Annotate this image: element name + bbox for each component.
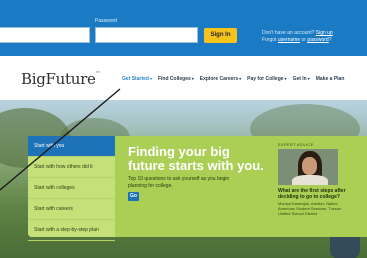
go-button[interactable]: Go [128,192,139,201]
start-option-plan[interactable]: Start with a step-by-step plan [28,220,115,241]
sign-up-link[interactable]: Sign up [316,30,333,36]
question-line: deciding to go to college? [278,194,340,200]
advice-credit: Monica Karamjok, Adviser, Native America… [278,201,341,216]
nav-make-a-plan[interactable]: Make a Plan [316,76,345,82]
hero-headline: Finding your big future starts with you. [128,145,264,173]
chevron-down-icon: ▾ [149,76,152,81]
main-nav: Get Started▾ Find Colleges▾ Explore Care… [122,76,350,82]
logo-text: BigFuture [21,70,96,88]
subtext-line: planning for college. [128,183,173,189]
chevron-down-icon: ▾ [191,76,194,81]
start-option-colleges[interactable]: Start with colleges [28,178,115,199]
chevron-down-icon: ▾ [307,76,310,81]
nav-find-colleges[interactable]: Find Colleges▾ [158,76,194,82]
account-links: Don't have an account? Sign up Forgot us… [262,30,333,44]
sign-in-button[interactable]: Sign In [204,28,237,43]
forgot-prefix: Forgot [262,37,277,43]
site-header: BigFuture™ Get Started▾ Find Colleges▾ E… [0,56,367,100]
hero-panel: Start with you Start with how others did… [28,136,367,241]
expert-advice-card[interactable]: EXPERT ADVICE What are the first steps a… [278,142,367,216]
nav-label: Pay for College [247,76,284,82]
advice-question[interactable]: What are the first steps after deciding … [278,188,346,200]
start-option-careers[interactable]: Start with careers [28,199,115,220]
nav-pay-for-college[interactable]: Pay for College▾ [247,76,286,82]
or-text: or [301,37,306,43]
nav-label: Get Started [122,76,149,82]
login-bar: Password Sign In Don't have an account? … [0,0,367,56]
bigfuture-logo[interactable]: BigFuture™ [21,70,101,88]
password-label: Password [95,18,117,24]
chevron-down-icon: ▾ [239,76,242,81]
chevron-down-icon: ▾ [284,76,287,81]
photo-face [302,157,317,175]
nav-get-started[interactable]: Get Started▾ [122,76,152,82]
subtext-line: Top 10 questions to ask yourself as you … [128,176,230,182]
password-input[interactable] [95,27,198,43]
username-input[interactable] [0,27,90,43]
expert-photo[interactable] [278,149,338,185]
start-options-list: Start with you Start with how others did… [28,136,115,241]
account-prompt: Don't have an account? [262,30,315,36]
hero-banner: Start with you Start with how others did… [0,100,367,258]
headline-line: future starts with you. [128,158,264,173]
nav-label: Get In [292,76,307,82]
nav-explore-careers[interactable]: Explore Careers▾ [200,76,241,82]
headline-line: Finding your big [128,144,230,159]
hero-subtext: Top 10 questions to ask yourself as you … [128,176,229,190]
trademark-mark: ™ [95,71,101,77]
start-option-others[interactable]: Start with how others did it [28,157,115,178]
nav-get-in[interactable]: Get In▾ [293,76,310,82]
forgot-username-link[interactable]: username [278,37,300,43]
nav-label: Explore Careers [199,76,239,82]
nav-label: Make a Plan [315,76,345,82]
nav-label: Find Colleges [157,76,191,82]
forgot-suffix: ? [328,37,332,43]
expert-advice-label: EXPERT ADVICE [278,142,314,147]
forgot-password-link[interactable]: password [307,37,328,43]
photo-shirt [292,175,328,185]
credit-line: Unified School District [278,211,318,216]
start-option-you[interactable]: Start with you [28,136,115,157]
